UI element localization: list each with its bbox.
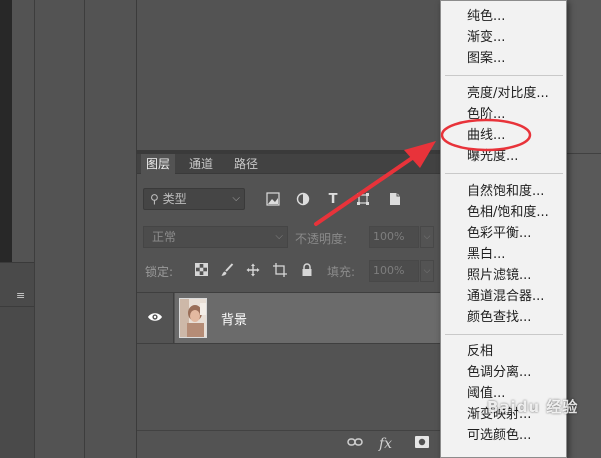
- fill-label: 填充:: [327, 265, 356, 279]
- layer-thumbnail: [179, 298, 207, 338]
- layer-body[interactable]: 背景: [175, 293, 441, 343]
- lock-all-icon[interactable]: [299, 263, 315, 279]
- chevron-down-icon: ⌵: [275, 231, 283, 242]
- layer-visibility-toggle[interactable]: [137, 293, 174, 343]
- lock-image-pixels-icon[interactable]: [219, 263, 235, 279]
- fx-icon[interactable]: fx: [379, 436, 392, 452]
- menu-separator: [445, 173, 563, 174]
- fill-input[interactable]: 100%: [369, 260, 419, 282]
- layers-panel: 图层 通道 路径 ⚲ 类型 ⌵ T 正常 ⌵ 不透明度: 100% ⌵ 锁定: …: [136, 154, 441, 458]
- left-panel-divider: [0, 306, 34, 307]
- filter-kind-label: 类型: [162, 192, 187, 206]
- menu-item-gradient[interactable]: 渐变...: [441, 27, 566, 48]
- menu-item-levels[interactable]: 色阶...: [441, 104, 566, 125]
- smart-object-filter-icon[interactable]: [387, 192, 403, 208]
- layer-name: 背景: [221, 313, 248, 328]
- layer-filter-row: ⚲ 类型 ⌵ T: [137, 184, 441, 214]
- lock-label: 锁定:: [145, 265, 174, 279]
- menu-separator: [445, 75, 563, 76]
- menu-item-selective-color[interactable]: 可选颜色...: [441, 425, 566, 446]
- blend-mode-value: 正常: [152, 230, 177, 244]
- lock-transparent-pixels-icon[interactable]: [193, 263, 209, 279]
- menu-item-pattern[interactable]: 图案...: [441, 48, 566, 69]
- shape-layer-filter-icon[interactable]: [355, 192, 371, 208]
- menu-item-color-balance[interactable]: 色彩平衡...: [441, 223, 566, 244]
- right-strip-divider: [567, 153, 601, 154]
- panel-menu-icon[interactable]: ≡: [16, 289, 25, 302]
- menu-item-exposure[interactable]: 曝光度...: [441, 146, 566, 167]
- tab-channels[interactable]: 通道: [184, 154, 218, 174]
- lock-artboard-icon[interactable]: [272, 263, 288, 279]
- menu-item-threshold[interactable]: 阈值...: [441, 383, 566, 404]
- menu-item-color-lookup[interactable]: 颜色查找...: [441, 307, 566, 328]
- document-canvas-edge: [0, 0, 12, 262]
- mask-icon[interactable]: [415, 436, 429, 452]
- menu-item-brightness-contrast[interactable]: 亮度/对比度...: [441, 83, 566, 104]
- upper-panel: [136, 0, 440, 150]
- menu-item-channel-mixer[interactable]: 通道混合器...: [441, 286, 566, 307]
- opacity-label: 不透明度:: [295, 232, 348, 246]
- type-layer-filter-icon[interactable]: T: [325, 192, 341, 208]
- opacity-dropdown-icon[interactable]: ⌵: [420, 226, 434, 248]
- search-icon: ⚲: [150, 192, 159, 206]
- menu-item-photo-filter[interactable]: 照片滤镜...: [441, 265, 566, 286]
- dock-divider: [84, 0, 85, 458]
- menu-item-gradient-map[interactable]: 渐变映射...: [441, 404, 566, 425]
- opacity-input[interactable]: 100%: [369, 226, 419, 248]
- adjustment-layer-filter-icon[interactable]: [295, 192, 311, 208]
- menu-item-vibrance[interactable]: 自然饱和度...: [441, 181, 566, 202]
- menu-item-solid-color[interactable]: 纯色...: [441, 6, 566, 27]
- menu-item-hue-saturation[interactable]: 色相/饱和度...: [441, 202, 566, 223]
- filter-kind-select[interactable]: ⚲ 类型 ⌵: [143, 188, 245, 210]
- tab-layers[interactable]: 图层: [141, 154, 176, 175]
- dock-divider: [34, 0, 35, 458]
- lock-position-icon[interactable]: [245, 263, 261, 279]
- menu-item-curves[interactable]: 曲线...: [441, 125, 566, 146]
- menu-item-black-white[interactable]: 黑白...: [441, 244, 566, 265]
- menu-item-posterize[interactable]: 色调分离...: [441, 362, 566, 383]
- blend-mode-row: 正常 ⌵ 不透明度: 100% ⌵: [137, 222, 441, 252]
- lock-row: 锁定: 填充: 100% ⌵: [137, 258, 441, 284]
- menu-item-invert[interactable]: 反相: [441, 341, 566, 362]
- pixel-layer-filter-icon[interactable]: [265, 192, 281, 208]
- layers-footer: fx: [137, 430, 441, 458]
- new-adjustment-layer-menu: 纯色... 渐变... 图案... 亮度/对比度... 色阶... 曲线... …: [440, 0, 567, 458]
- layer-row-background[interactable]: 背景: [137, 292, 441, 344]
- fill-dropdown-icon[interactable]: ⌵: [420, 260, 434, 282]
- tab-paths[interactable]: 路径: [229, 154, 263, 174]
- eye-icon: [148, 313, 162, 321]
- blend-mode-select[interactable]: 正常 ⌵: [143, 226, 288, 248]
- menu-separator: [445, 334, 563, 335]
- chevron-down-icon: ⌵: [232, 193, 240, 204]
- panel-tab-bar: 图层 通道 路径: [137, 154, 441, 175]
- link-icon[interactable]: [347, 436, 363, 452]
- right-panel-strip: [567, 0, 601, 458]
